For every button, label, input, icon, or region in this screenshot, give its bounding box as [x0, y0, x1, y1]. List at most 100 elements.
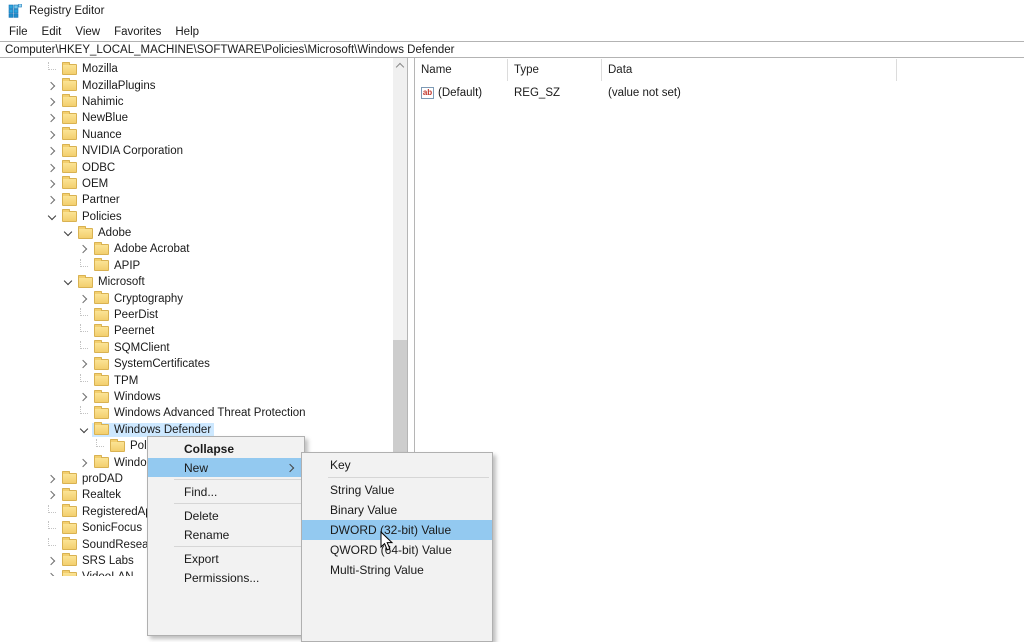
tree-item-adobe[interactable]: Adobe [0, 225, 393, 241]
tree-item-label: Windows Advanced Threat Protection [114, 407, 306, 419]
address-bar[interactable]: Computer\HKEY_LOCAL_MACHINE\SOFTWARE\Pol… [0, 41, 1024, 58]
tree-item-label: SoundResear [82, 539, 152, 551]
menu-item-rename[interactable]: Rename [148, 525, 304, 544]
tree-item-nuance[interactable]: Nuance [0, 127, 393, 143]
submenu-item-dword-32-bit-value[interactable]: DWORD (32-bit) Value [302, 520, 492, 540]
chevron-right-icon[interactable] [79, 245, 87, 253]
chevron-right-icon[interactable] [79, 360, 87, 368]
submenu-item-key[interactable]: Key [302, 455, 492, 475]
folder-icon [62, 473, 77, 484]
chevron-right-icon[interactable] [47, 557, 55, 565]
tree-item-label: ODBC [82, 162, 115, 174]
chevron-right-icon[interactable] [47, 81, 55, 89]
menu-view[interactable]: View [68, 26, 107, 38]
chevron-right-icon[interactable] [47, 196, 55, 204]
menu-file[interactable]: File [2, 26, 35, 38]
chevron-down-icon[interactable] [64, 277, 72, 285]
folder-icon [62, 178, 77, 189]
menu-item-find[interactable]: Find... [148, 482, 304, 501]
tree-item-mozillaplugins[interactable]: MozillaPlugins [0, 77, 393, 93]
tree-item-nahimic[interactable]: Nahimic [0, 94, 393, 110]
folder-icon [94, 408, 109, 419]
chevron-right-icon[interactable] [47, 491, 55, 499]
submenu-item-multi-string-value[interactable]: Multi-String Value [302, 560, 492, 580]
folder-icon [62, 572, 77, 576]
tree-item-microsoft[interactable]: Microsoft [0, 274, 393, 290]
menu-item-collapse[interactable]: Collapse [148, 439, 304, 458]
menu-item-delete[interactable]: Delete [148, 506, 304, 525]
tree-item-cryptography[interactable]: Cryptography [0, 290, 393, 306]
chevron-right-icon[interactable] [79, 458, 87, 466]
tree-item-label: NewBlue [82, 112, 128, 124]
chevron-right-icon[interactable] [79, 294, 87, 302]
tree-item-odbc[interactable]: ODBC [0, 159, 393, 175]
tree-line [80, 406, 88, 414]
chevron-right-icon[interactable] [47, 180, 55, 188]
column-header-name[interactable]: Name [415, 59, 508, 81]
tree-line [96, 439, 104, 447]
chevron-down-icon[interactable] [80, 425, 88, 433]
tree-line [48, 505, 56, 513]
submenu-item-qword-64-bit-value[interactable]: QWORD (64-bit) Value [302, 540, 492, 560]
submenu-item-string-value[interactable]: String Value [302, 480, 492, 500]
tree-item-sqmclient[interactable]: SQMClient [0, 340, 393, 356]
menu-separator [328, 477, 489, 478]
column-header-type[interactable]: Type [508, 59, 602, 81]
scroll-up-icon[interactable] [393, 58, 407, 73]
chevron-right-icon[interactable] [79, 393, 87, 401]
tree-item-label: OEM [82, 178, 108, 190]
tree-item-systemcertificates[interactable]: SystemCertificates [0, 356, 393, 372]
folder-icon [62, 539, 77, 550]
folder-icon [62, 195, 77, 206]
tree-item-adobe-acrobat[interactable]: Adobe Acrobat [0, 241, 393, 257]
value-data-cell: (value not set) [602, 87, 897, 99]
menu-item-export[interactable]: Export [148, 549, 304, 568]
tree-item-policies[interactable]: Policies [0, 209, 393, 225]
tree-item-peerdist[interactable]: PeerDist [0, 307, 393, 323]
tree-item-label: proDAD [82, 473, 123, 485]
chevron-down-icon[interactable] [64, 228, 72, 236]
tree-item-partner[interactable]: Partner [0, 192, 393, 208]
menu-edit[interactable]: Edit [35, 26, 69, 38]
tree-line [80, 324, 88, 332]
chevron-right-icon[interactable] [47, 114, 55, 122]
tree-item-nvidia-corporation[interactable]: NVIDIA Corporation [0, 143, 393, 159]
folder-icon [62, 211, 77, 222]
chevron-right-icon[interactable] [47, 475, 55, 483]
tree-line [48, 62, 56, 70]
submenu-arrow-icon [286, 463, 294, 471]
tree-item-windows[interactable]: Windows [0, 389, 393, 405]
tree-item-peernet[interactable]: Peernet [0, 323, 393, 339]
chevron-right-icon[interactable] [47, 131, 55, 139]
chevron-right-icon[interactable] [47, 98, 55, 106]
tree-item-label: VideoLAN [82, 571, 134, 576]
tree-item-tpm[interactable]: TPM [0, 372, 393, 388]
chevron-down-icon[interactable] [48, 211, 56, 219]
column-header-data[interactable]: Data [602, 59, 897, 81]
menu-item-new[interactable]: New [148, 458, 304, 477]
menu-bar: FileEditViewFavoritesHelp [0, 22, 1024, 41]
tree-item-label: Nuance [82, 129, 122, 141]
scrollbar-thumb[interactable] [393, 340, 407, 466]
chevron-right-icon[interactable] [47, 163, 55, 171]
tree-item-oem[interactable]: OEM [0, 176, 393, 192]
chevron-right-icon[interactable] [47, 147, 55, 155]
menu-favorites[interactable]: Favorites [107, 26, 168, 38]
window-title: Registry Editor [29, 5, 104, 17]
submenu-item-binary-value[interactable]: Binary Value [302, 500, 492, 520]
menu-item-label: Binary Value [330, 503, 397, 517]
folder-icon [78, 228, 93, 239]
menu-help[interactable]: Help [168, 26, 206, 38]
tree-item-windows-advanced-threat-protection[interactable]: Windows Advanced Threat Protection [0, 405, 393, 421]
tree-item-label: NVIDIA Corporation [82, 145, 183, 157]
tree-item-mozilla[interactable]: Mozilla [0, 61, 393, 77]
menu-item-permissions[interactable]: Permissions... [148, 568, 304, 587]
menu-item-label: Find... [184, 485, 217, 499]
tree-item-label: Windows [114, 391, 161, 403]
tree-item-label: SQMClient [114, 342, 170, 354]
tree-item-label: Cryptography [114, 293, 183, 305]
tree-item-newblue[interactable]: NewBlue [0, 110, 393, 126]
table-row[interactable]: ab(Default)REG_SZ(value not set) [415, 84, 1024, 101]
tree-item-apip[interactable]: APIP [0, 258, 393, 274]
tree-item-label: Adobe Acrobat [114, 243, 189, 255]
